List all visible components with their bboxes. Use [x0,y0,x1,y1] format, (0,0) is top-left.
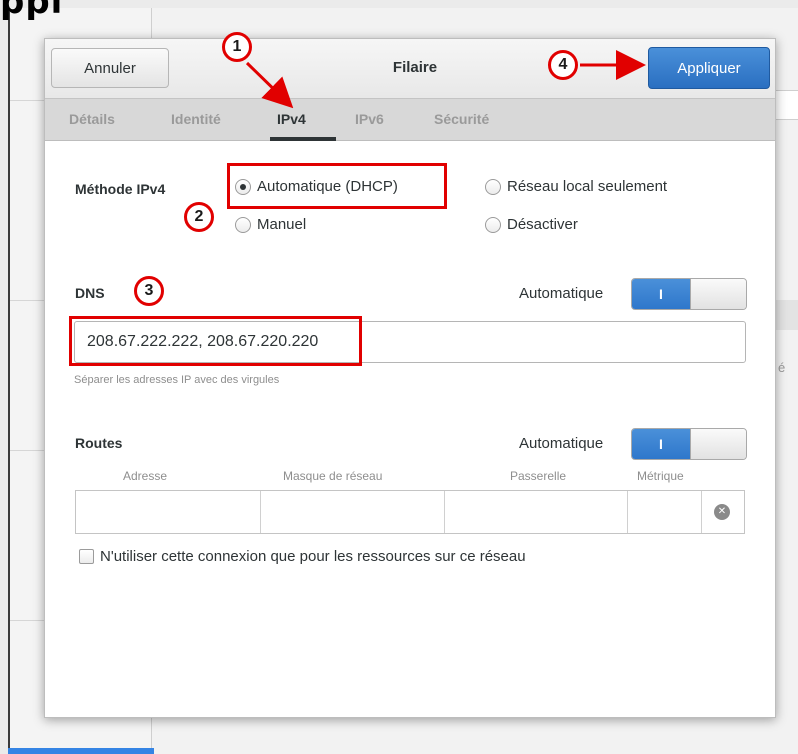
step-marker-4: 4 [548,50,578,80]
step-marker-2: 2 [184,202,214,232]
annotation-arrows [245,50,646,109]
arrow-to-ipv4-tab [245,61,294,109]
step-marker-1: 1 [222,32,252,62]
step-marker-3: 3 [134,276,164,306]
